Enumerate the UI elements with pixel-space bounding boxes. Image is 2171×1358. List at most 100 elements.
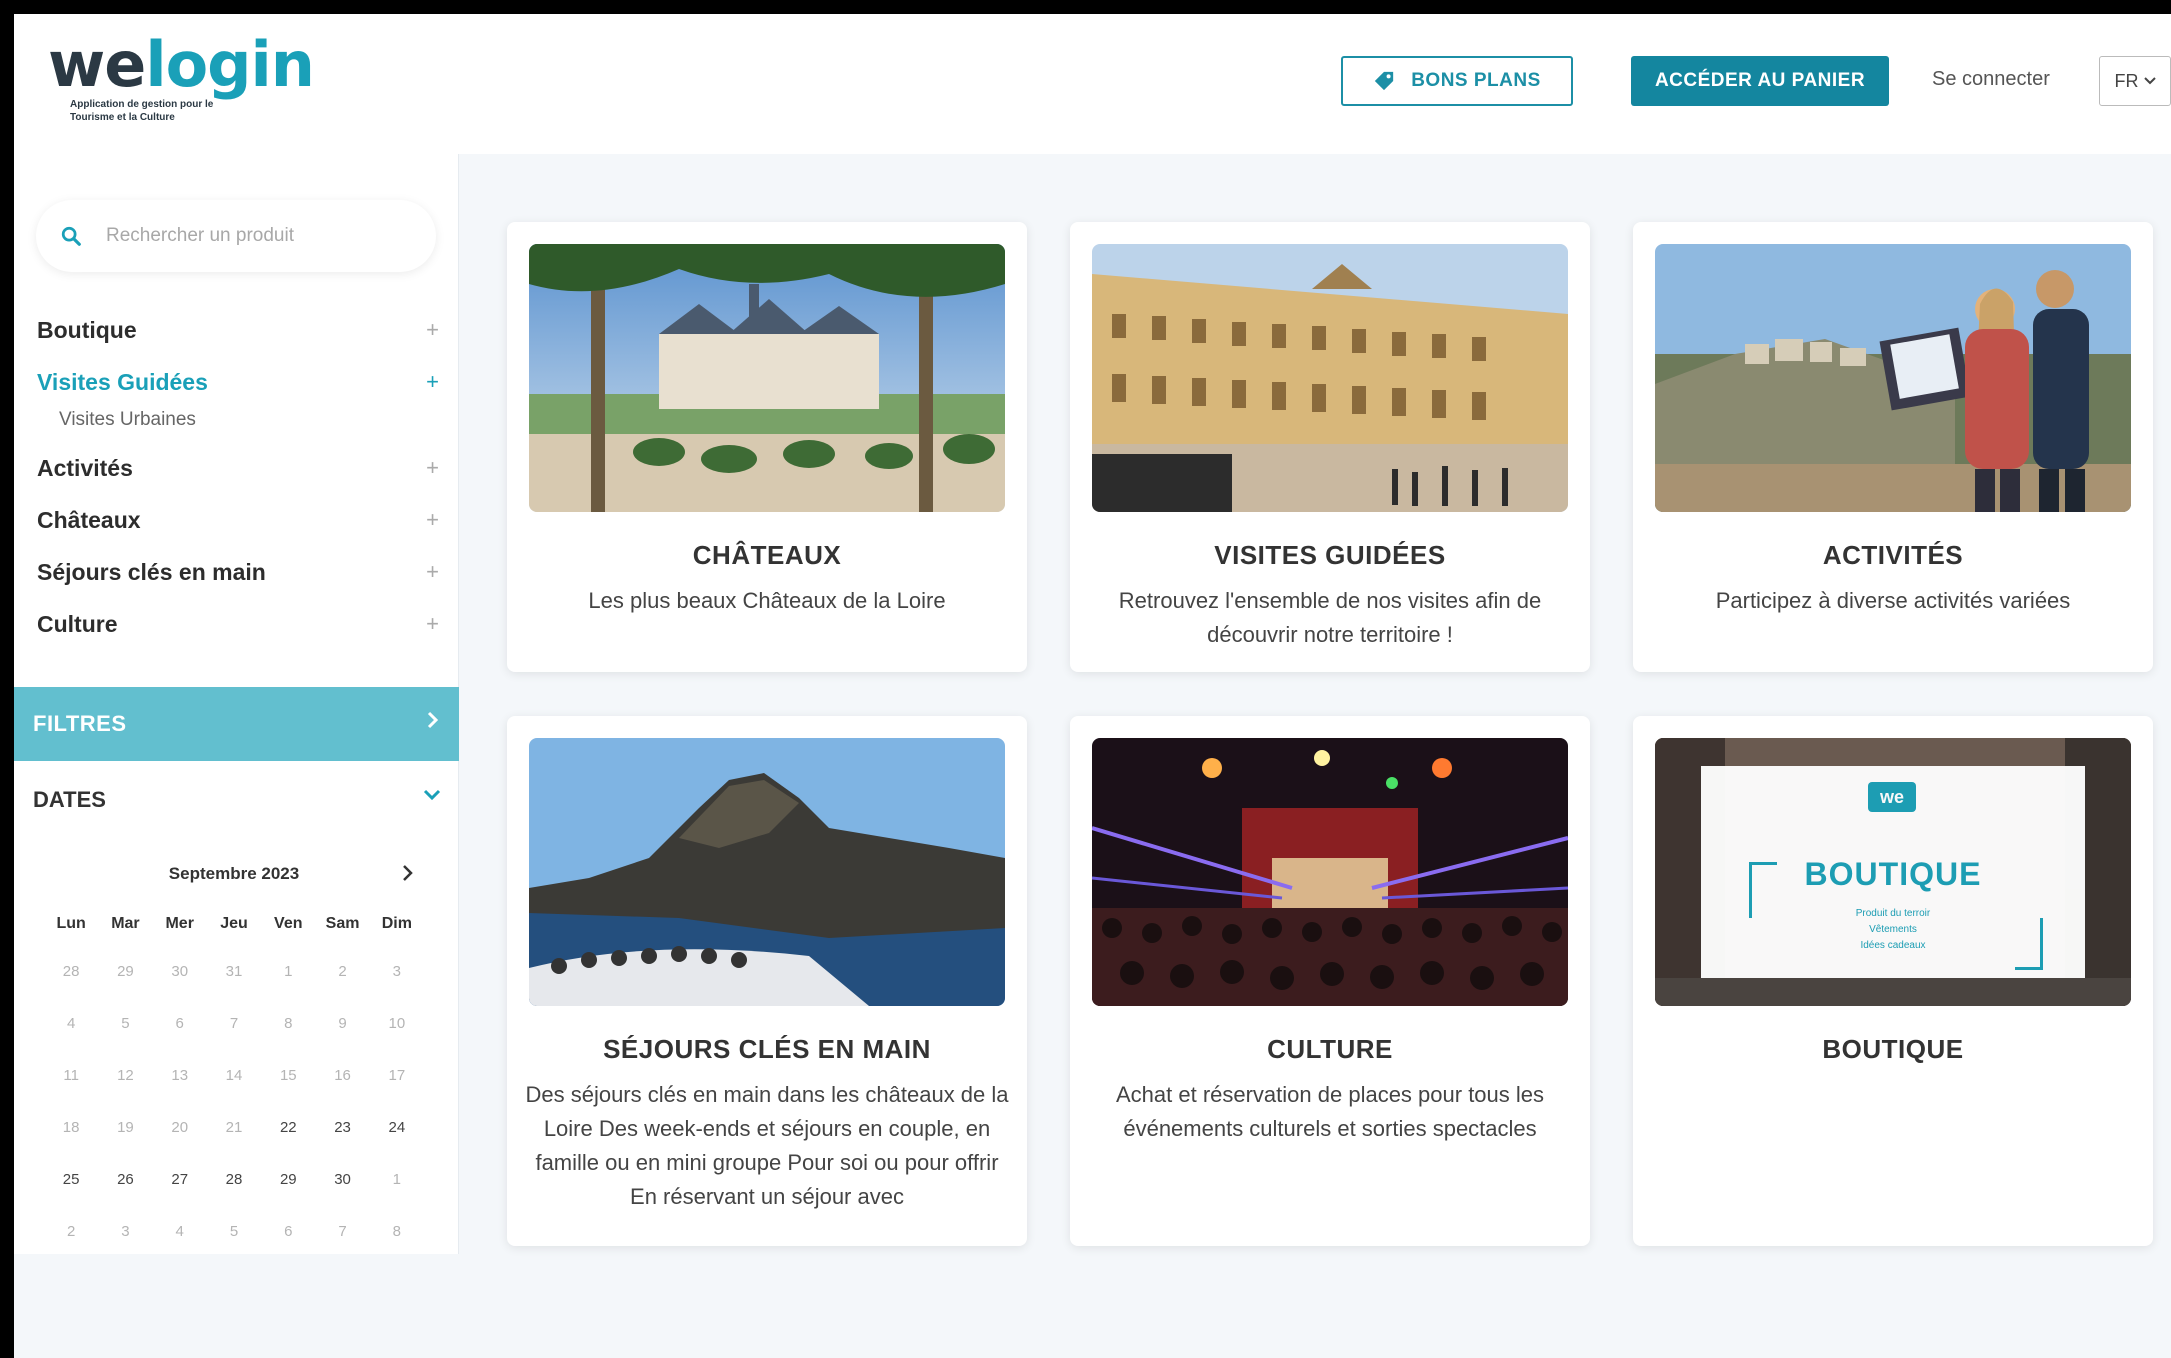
language-select[interactable]: FR [2099, 56, 2171, 106]
calendar-day[interactable]: 1 [370, 1154, 424, 1206]
calendar-day[interactable]: 13 [153, 1050, 207, 1102]
next-month-icon[interactable] [402, 864, 414, 882]
calendar-day[interactable]: 28 [44, 946, 98, 998]
calendar-day[interactable]: 5 [207, 1206, 261, 1258]
weekday-header: Dim [381, 915, 412, 932]
boutique-sign-lines: Produit du terroir Vêtements Idées cadea… [1701, 906, 2085, 954]
calendar-day[interactable]: 1 [261, 946, 315, 998]
calendar-day[interactable]: 9 [315, 998, 369, 1050]
chevron-down-icon [2143, 77, 2156, 85]
calendar-day[interactable]: 26 [98, 1154, 152, 1206]
calendar-day[interactable]: 6 [153, 998, 207, 1050]
calendar-day[interactable]: 21 [207, 1102, 261, 1154]
bons-plans-button[interactable]: BONS PLANS [1341, 56, 1573, 106]
category-card-boutique[interactable]: we BOUTIQUE Produit du terroir Vêtements… [1633, 716, 2153, 1246]
visites-guidees-image [1092, 244, 1568, 512]
weekday-header: Sam [325, 915, 360, 932]
card-description: Des séjours clés en main dans les châtea… [525, 1082, 1009, 1209]
calendar-day[interactable]: 8 [261, 998, 315, 1050]
weekday-header: Jeu [220, 915, 248, 932]
calendar-day[interactable]: 23 [315, 1102, 369, 1154]
acceder-panier-button[interactable]: ACCÉDER AU PANIER [1631, 56, 1889, 106]
calendar-day[interactable]: 14 [207, 1050, 261, 1102]
calendar-day[interactable]: 4 [44, 998, 98, 1050]
calendar-day[interactable]: 16 [315, 1050, 369, 1102]
card-title: CHÂTEAUX [692, 540, 842, 570]
category-card-sejours[interactable]: SÉJOURS CLÉS EN MAIN Des séjours clés en… [507, 716, 1027, 1246]
card-description: Participez à diverse activités variées [1715, 588, 2071, 613]
expand-icon[interactable]: + [426, 369, 439, 395]
calendar-day[interactable]: 12 [98, 1050, 152, 1102]
calendar-day[interactable]: 28 [207, 1154, 261, 1206]
calendar-day[interactable]: 20 [153, 1102, 207, 1154]
card-title: VISITES GUIDÉES [1214, 540, 1446, 570]
calendar-day[interactable]: 29 [261, 1154, 315, 1206]
category-card-culture[interactable]: CULTURE Achat et réservation de places p… [1070, 716, 1590, 1246]
expand-icon[interactable]: + [426, 611, 439, 637]
logo-wordmark: welogin [48, 34, 315, 96]
calendar-day[interactable]: 30 [315, 1154, 369, 1206]
menu-item-chateaux[interactable]: Châteaux + [14, 494, 459, 546]
weekday-header: Ven [274, 915, 303, 932]
card-description: Achat et réservation de places pour tous… [1115, 1082, 1545, 1141]
calendar-day[interactable]: 6 [261, 1206, 315, 1258]
tag-icon [1375, 71, 1394, 91]
calendar-day[interactable]: 17 [370, 1050, 424, 1102]
category-card-visites-guidees[interactable]: VISITES GUIDÉES Retrouvez l'ensemble de … [1070, 222, 1590, 672]
calendar-day[interactable]: 30 [153, 946, 207, 998]
weekday-header: Lun [56, 915, 86, 932]
boutique-sign: we BOUTIQUE Produit du terroir Vêtements… [1701, 766, 2085, 978]
menu-item-label: Visites Guidées [37, 368, 208, 395]
calendar-day[interactable]: 7 [207, 998, 261, 1050]
calendar-day[interactable]: 5 [98, 998, 152, 1050]
calendar-day[interactable]: 10 [370, 998, 424, 1050]
card-title: SÉJOURS CLÉS EN MAIN [603, 1034, 931, 1064]
se-connecter-link[interactable]: Se connecter [1932, 68, 2050, 91]
dates-toggle[interactable]: DATES [14, 761, 459, 839]
card-title: CULTURE [1267, 1034, 1393, 1064]
calendar-day[interactable]: 7 [315, 1206, 369, 1258]
dates-label: DATES [33, 787, 106, 812]
calendar-day[interactable]: 2 [315, 946, 369, 998]
menu-item-label: Châteaux [37, 506, 141, 533]
calendar-day[interactable]: 19 [98, 1102, 152, 1154]
menu-item-boutique[interactable]: Boutique + [14, 304, 459, 356]
calendar-day[interactable]: 25 [44, 1154, 98, 1206]
category-card-chateaux[interactable]: CHÂTEAUX Les plus beaux Châteaux de la L… [507, 222, 1027, 672]
calendar-day[interactable]: 31 [207, 946, 261, 998]
filtres-toggle[interactable]: FILTRES [14, 687, 459, 761]
calendar-day[interactable]: 11 [44, 1050, 98, 1102]
menu-item-culture[interactable]: Culture + [14, 598, 459, 650]
menu-item-activites[interactable]: Activités + [14, 442, 459, 494]
calendar-day[interactable]: 3 [98, 1206, 152, 1258]
boutique-sign-title: BOUTIQUE [1804, 856, 1982, 892]
menu-item-sejours[interactable]: Séjours clés en main + [14, 546, 459, 598]
expand-icon[interactable]: + [426, 317, 439, 343]
sidebar: Boutique + Visites Guidées + Visites Urb… [14, 154, 459, 1254]
calendar-day[interactable]: 2 [44, 1206, 98, 1258]
menu-item-label: Boutique [37, 316, 137, 343]
expand-icon[interactable]: + [426, 455, 439, 481]
logo-login: login [145, 28, 315, 101]
calendar-day[interactable]: 29 [98, 946, 152, 998]
boutique-sign-line: Vêtements [1869, 924, 1917, 935]
search-input[interactable] [106, 225, 406, 247]
category-card-activites[interactable]: ACTIVITÉS Participez à diverse activités… [1633, 222, 2153, 672]
expand-icon[interactable]: + [426, 507, 439, 533]
calendar-day[interactable]: 24 [370, 1102, 424, 1154]
calendar-day[interactable]: 15 [261, 1050, 315, 1102]
expand-icon[interactable]: + [426, 559, 439, 585]
menu-item-label: Séjours clés en main [37, 558, 266, 585]
activites-image [1655, 244, 2131, 512]
calendar-day[interactable]: 3 [370, 946, 424, 998]
header: welogin Application de gestion pour le T… [14, 14, 2171, 154]
calendar-day[interactable]: 27 [153, 1154, 207, 1206]
calendar-day[interactable]: 18 [44, 1102, 98, 1154]
menu-item-visites-guidees[interactable]: Visites Guidées + [14, 356, 459, 408]
calendar-day[interactable]: 4 [153, 1206, 207, 1258]
search-box[interactable] [36, 200, 436, 272]
app-screen: welogin Application de gestion pour le T… [14, 14, 2171, 1358]
calendar-day[interactable]: 22 [261, 1102, 315, 1154]
welogin-logo[interactable]: welogin Application de gestion pour le T… [48, 34, 315, 134]
calendar-day[interactable]: 8 [370, 1206, 424, 1258]
